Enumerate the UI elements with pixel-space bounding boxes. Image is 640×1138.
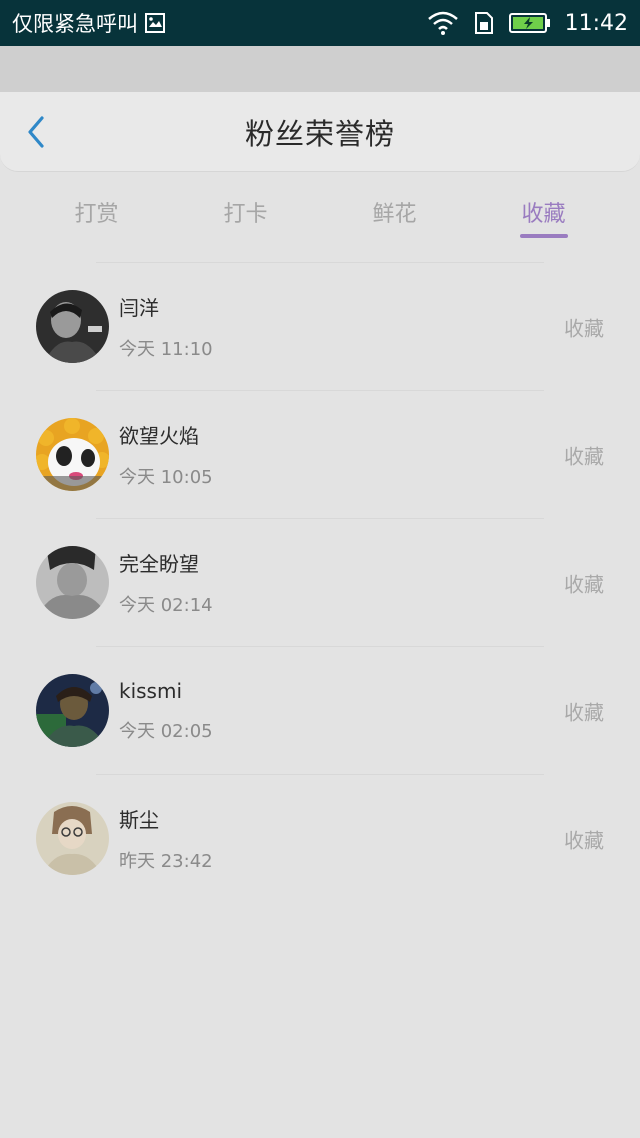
tab-label: 鲜花	[372, 202, 417, 227]
tab-label: 收藏	[521, 202, 566, 227]
list-item[interactable]: 完全盼望 今天 02:14 收藏	[0, 519, 640, 646]
favorite-label: 收藏	[564, 316, 604, 340]
list-item[interactable]: 闫洋 今天 11:10 收藏	[0, 263, 640, 390]
tab-label: 打赏	[74, 202, 119, 227]
status-right: 11:42	[427, 11, 628, 36]
list-item[interactable]: kissmi 今天 02:05 收藏	[0, 647, 640, 774]
fan-name: 斯尘	[119, 808, 159, 832]
fan-name: kissmi	[119, 678, 183, 703]
list-item[interactable]: 欲望火焰 今天 10:05 收藏	[0, 391, 640, 518]
battery-charging-icon	[508, 12, 551, 34]
fan-name: 完全盼望	[119, 552, 199, 576]
avatar[interactable]	[36, 674, 109, 747]
wifi-icon	[427, 11, 459, 35]
status-time: 11:42	[564, 10, 628, 36]
carrier-text: 仅限紧急呼叫	[12, 12, 138, 36]
fan-time: 今天 11:10	[119, 339, 213, 360]
fan-time: 今天 02:05	[119, 720, 213, 742]
status-left: 仅限紧急呼叫	[12, 8, 166, 38]
avatar[interactable]	[36, 546, 109, 619]
tab-label: 打卡	[223, 202, 268, 227]
tab-flowers[interactable]: 鲜花	[335, 180, 455, 246]
favorite-label: 收藏	[564, 444, 604, 468]
chevron-left-icon	[28, 116, 44, 148]
fan-time: 昨天 23:42	[119, 851, 213, 872]
top-strip	[0, 46, 640, 92]
tab-checkin[interactable]: 打卡	[186, 180, 306, 246]
favorite-label: 收藏	[564, 828, 604, 852]
fan-time: 今天 10:05	[119, 467, 213, 488]
list-item[interactable]: 斯尘 昨天 23:42 收藏	[0, 775, 640, 902]
tab-bar: 打赏 打卡 鲜花 收藏	[0, 180, 640, 246]
tab-reward[interactable]: 打赏	[37, 180, 157, 246]
tab-underline	[519, 234, 568, 238]
back-button[interactable]	[18, 114, 54, 150]
fan-info: 完全盼望 今天 02:14	[119, 548, 213, 617]
fan-info: 斯尘 昨天 23:42	[119, 804, 213, 873]
image-icon	[144, 12, 166, 34]
status-bar: 仅限紧急呼叫 11:42	[0, 0, 640, 46]
header: 粉丝荣誉榜	[0, 92, 640, 172]
sim-icon	[473, 11, 495, 35]
avatar[interactable]	[36, 802, 109, 875]
fan-info: 欲望火焰 今天 10:05	[119, 420, 213, 489]
fan-time: 今天 02:14	[119, 595, 213, 616]
favorite-label: 收藏	[564, 572, 604, 596]
fan-name: 闫洋	[119, 296, 159, 320]
favorite-label: 收藏	[564, 700, 604, 724]
fan-info: kissmi 今天 02:05	[119, 679, 213, 743]
fan-name: 欲望火焰	[119, 424, 199, 448]
page-title: 粉丝荣誉榜	[244, 116, 395, 151]
avatar[interactable]	[36, 290, 109, 363]
fan-list: 闫洋 今天 11:10 收藏 欲望火焰 今天 10:05 收藏 完全盼望 今天 …	[0, 262, 640, 902]
tab-favorites[interactable]: 收藏	[484, 180, 604, 246]
fan-info: 闫洋 今天 11:10	[119, 292, 213, 361]
avatar[interactable]	[36, 418, 109, 491]
